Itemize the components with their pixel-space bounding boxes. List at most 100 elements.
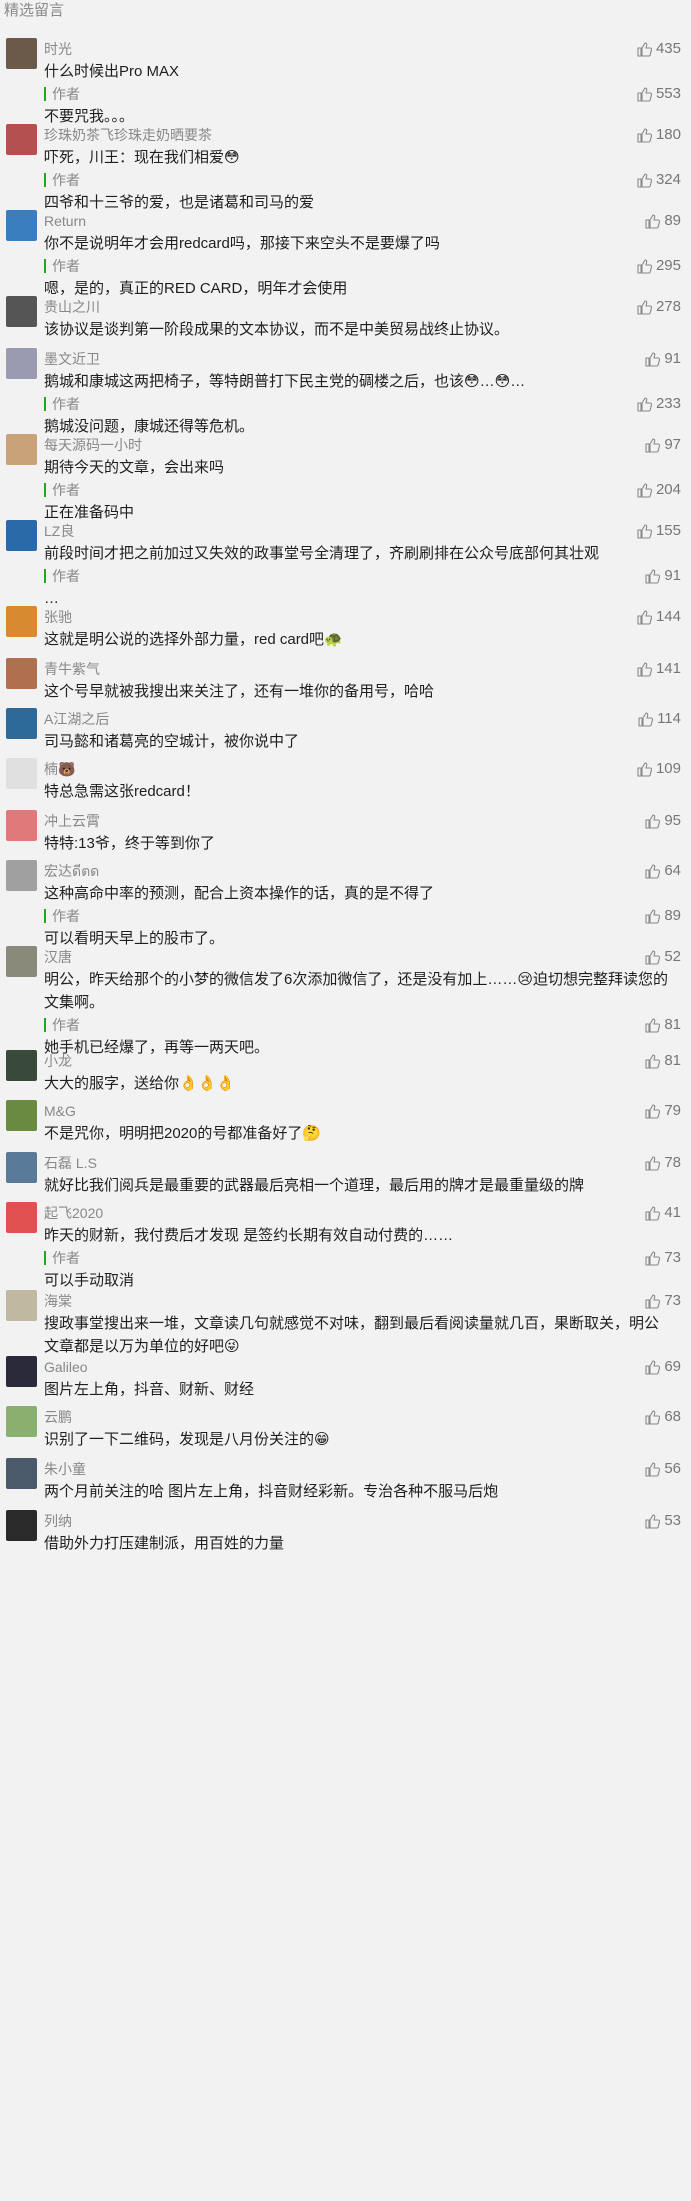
avatar[interactable] [6, 348, 37, 379]
avatar[interactable] [6, 1290, 37, 1321]
comment-nickname: 海棠 [44, 1293, 72, 1309]
avatar[interactable] [6, 38, 37, 69]
like-button[interactable]: 81 [644, 1014, 681, 1036]
avatar[interactable] [6, 708, 37, 739]
comment-text: 特特:13爷，终于等到你了 [44, 835, 215, 852]
like-button[interactable]: 53 [644, 1510, 681, 1532]
like-button[interactable]: 97 [644, 434, 681, 456]
like-button[interactable]: 73 [644, 1290, 681, 1312]
avatar[interactable] [6, 124, 37, 155]
like-button[interactable]: 180 [636, 124, 681, 146]
comment-item: 青牛紫气 141 这个号早就被我搜出来关注了，还有一堆你的备用号，哈哈 [0, 656, 691, 703]
like-count: 79 [664, 1102, 681, 1119]
thumbs-up-icon [645, 909, 661, 924]
like-button[interactable]: 68 [644, 1406, 681, 1428]
avatar[interactable] [6, 860, 37, 891]
author-label: 作者 [44, 479, 691, 501]
comment-item: 贵山之川 278 该协议是谈判第一阶段成果的文本协议，而不是中美贸易战终止协议。 [0, 294, 691, 341]
thumbs-up-icon [637, 42, 652, 57]
avatar[interactable] [6, 658, 37, 689]
comment-text: 明公，昨天给那个的小梦的微信发了6次添加微信了，还是没有加上……😢迫切想完整拜读… [44, 971, 668, 1011]
author-label-text: 作者 [52, 482, 80, 498]
thumbs-up-icon [645, 1156, 661, 1171]
like-button[interactable]: 64 [644, 860, 681, 882]
like-button[interactable]: 52 [644, 946, 681, 968]
like-button[interactable]: 79 [644, 1100, 681, 1122]
comment-item: 时光 435 什么时候出Pro MAX 作者 553 不要咒我。。。 [0, 36, 691, 128]
like-count: 78 [664, 1154, 681, 1171]
avatar[interactable] [6, 434, 37, 465]
avatar[interactable] [6, 758, 37, 789]
comment-nickname: 云鹏 [44, 1409, 72, 1425]
avatar[interactable] [6, 1406, 37, 1437]
comment-nickname: Galileo [44, 1359, 88, 1375]
like-count: 53 [664, 1512, 681, 1529]
avatar[interactable] [6, 1356, 37, 1387]
thumbs-up-icon [637, 662, 652, 677]
like-button[interactable]: 89 [644, 210, 681, 232]
like-button[interactable]: 141 [636, 658, 681, 680]
avatar[interactable] [6, 606, 37, 637]
thumbs-up-icon [645, 1514, 661, 1529]
comment-item: 张驰 144 这就是明公说的选择外部力量，red card吧🐢 [0, 604, 691, 651]
like-count: 41 [664, 1204, 681, 1221]
comment-nickname: 小龙 [44, 1053, 72, 1069]
like-count: 141 [655, 660, 681, 677]
like-button[interactable]: 41 [644, 1202, 681, 1224]
like-button[interactable]: 553 [636, 83, 681, 105]
like-button[interactable]: 324 [636, 169, 681, 191]
avatar[interactable] [6, 1202, 37, 1233]
like-button[interactable]: 91 [644, 348, 681, 370]
avatar[interactable] [6, 1458, 37, 1489]
like-button[interactable]: 278 [636, 296, 681, 318]
comment-nickname: 石磊 L.S [44, 1155, 97, 1171]
avatar[interactable] [6, 810, 37, 841]
like-button[interactable]: 78 [644, 1152, 681, 1174]
like-button[interactable]: 295 [636, 255, 681, 277]
thumbs-up-icon [637, 524, 652, 539]
avatar[interactable] [6, 1152, 37, 1183]
avatar[interactable] [6, 520, 37, 551]
like-count: 89 [664, 907, 681, 924]
like-button[interactable]: 204 [636, 479, 681, 501]
like-button[interactable]: 155 [636, 520, 681, 542]
comment-item: 海棠 73 搜政事堂搜出来一堆，文章读几句就感觉不对味，翻到最后看阅读量就几百，… [0, 1288, 691, 1358]
like-count: 324 [655, 171, 681, 188]
like-button[interactable]: 109 [636, 758, 681, 780]
author-bar [44, 397, 46, 411]
like-button[interactable]: 69 [644, 1356, 681, 1378]
avatar[interactable] [6, 1100, 37, 1131]
thumbs-up-icon [645, 1206, 661, 1221]
like-count: 114 [657, 710, 681, 727]
thumbs-up-icon [637, 259, 652, 274]
comment-text: 就好比我们阅兵是最重要的武器最后亮相一个道理，最后用的牌才是最重量级的牌 [44, 1177, 585, 1194]
like-button[interactable]: 81 [644, 1050, 681, 1072]
like-button[interactable]: 233 [636, 393, 681, 415]
comment-nickname: M&G [44, 1103, 76, 1119]
author-label-text: 作者 [52, 568, 80, 584]
author-label-text: 作者 [52, 86, 80, 102]
like-button[interactable]: 114 [637, 708, 681, 730]
like-button[interactable]: 435 [636, 38, 681, 60]
like-button[interactable]: 73 [644, 1247, 681, 1269]
comment-text: 前段时间才把之前加过又失效的政事堂号全清理了，齐刷刷排在公众号底部何其壮观 [44, 545, 600, 562]
author-bar [44, 259, 46, 273]
like-button[interactable]: 144 [636, 606, 681, 628]
thumbs-up-icon [637, 610, 652, 625]
like-button[interactable]: 89 [644, 905, 681, 927]
like-button[interactable]: 95 [644, 810, 681, 832]
avatar[interactable] [6, 946, 37, 977]
avatar[interactable] [6, 210, 37, 241]
comment-text: 不是咒你，明明把2020的号都准备好了🤔 [44, 1125, 322, 1142]
like-button[interactable]: 91 [644, 565, 681, 587]
like-count: 91 [664, 350, 681, 367]
comment-nickname: 张驰 [44, 609, 72, 625]
comment-nickname: 青牛紫气 [44, 661, 100, 677]
comment-nickname: Return [44, 213, 87, 229]
avatar[interactable] [6, 1050, 37, 1081]
like-button[interactable]: 56 [644, 1458, 681, 1480]
like-count: 204 [655, 481, 681, 498]
avatar[interactable] [6, 1510, 37, 1541]
thumbs-up-icon [645, 1251, 661, 1266]
avatar[interactable] [6, 296, 37, 327]
